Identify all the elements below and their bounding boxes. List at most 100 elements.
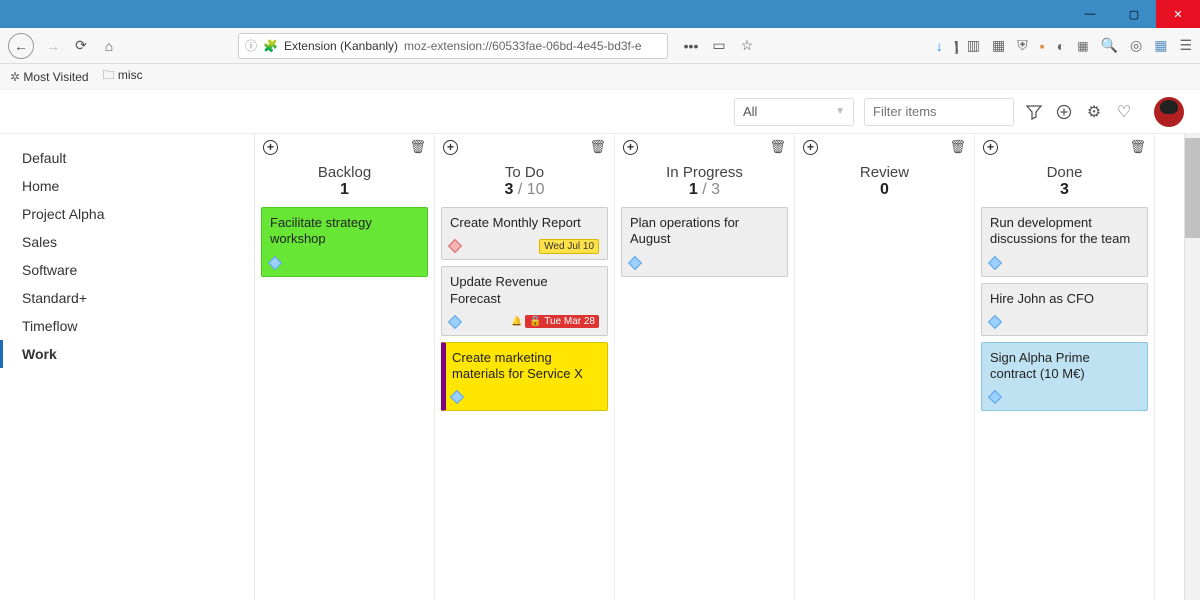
priority-diamond-icon (988, 315, 1002, 329)
card[interactable]: Update Revenue Forecast🔔🔒 Tue Mar 28 (441, 266, 608, 336)
sidebar-item-home[interactable]: Home (0, 172, 254, 200)
addon-3-icon[interactable]: ◎ (1130, 37, 1142, 54)
window-close-button[interactable]: ✕ (1156, 0, 1200, 28)
column-bar: +🗑 (795, 134, 974, 160)
chevron-down-icon: ▼ (835, 106, 845, 117)
card-footer (630, 256, 779, 270)
card-footer (270, 256, 419, 270)
apps-icon[interactable]: ▦ (1077, 39, 1088, 53)
main-area: DefaultHomeProject AlphaSalesSoftwareSta… (0, 134, 1200, 600)
column-in-progress: +🗑In Progress1 / 3Plan operations for Au… (615, 134, 795, 600)
card-footer (452, 390, 599, 404)
cards-container (795, 201, 974, 213)
column-title: Done (975, 164, 1154, 181)
bookmark-most-visited[interactable]: ✲ Most Visited (10, 70, 89, 84)
cards-container: Plan operations for August (615, 201, 794, 283)
url-bar[interactable]: ⓘ 🧩 Extension (Kanbanly) moz-extension:/… (238, 33, 668, 59)
column-done: +🗑Done3Run development discussions for t… (975, 134, 1155, 600)
priority-diamond-icon (448, 239, 462, 253)
card[interactable]: Create marketing materials for Service X (441, 342, 608, 412)
add-button[interactable] (1054, 102, 1074, 122)
favorite-icon[interactable]: ♡ (1114, 102, 1134, 122)
card-title: Update Revenue Forecast (450, 274, 599, 307)
add-card-button[interactable]: + (623, 140, 638, 155)
menu-icon[interactable]: ☰ (1179, 37, 1192, 54)
card-footer (990, 315, 1139, 329)
column-title: Review (795, 164, 974, 181)
window-minimize-button[interactable]: — (1068, 0, 1112, 28)
settings-icon[interactable]: ⚙ (1084, 102, 1104, 122)
column-bar: +🗑 (975, 134, 1154, 160)
sidebar-item-default[interactable]: Default (0, 144, 254, 172)
shield-icon[interactable]: ⛨ (1017, 37, 1028, 54)
window-maximize-button[interactable]: ▢ (1112, 0, 1156, 28)
card[interactable]: Create Monthly ReportWed Jul 10 (441, 207, 608, 260)
info-icon[interactable]: ⓘ (245, 37, 257, 54)
column-title: To Do (435, 164, 614, 181)
card[interactable]: Hire John as CFO (981, 283, 1148, 336)
column-title: Backlog (255, 164, 434, 181)
column-header: Backlog1 (255, 160, 434, 201)
reader-icon[interactable]: ▭ (710, 37, 728, 55)
filter-input[interactable] (864, 98, 1014, 126)
zoom-icon[interactable]: 🔍 (1101, 37, 1118, 54)
sidebar-item-project-alpha[interactable]: Project Alpha (0, 200, 254, 228)
sidebar-item-software[interactable]: Software (0, 256, 254, 284)
sidebar-item-work[interactable]: Work (0, 340, 254, 368)
card-title: Sign Alpha Prime contract (10 M€) (990, 350, 1139, 383)
column-bar: +🗑 (435, 134, 614, 160)
sidebar-item-timeflow[interactable]: Timeflow (0, 312, 254, 340)
scrollbar-thumb[interactable] (1185, 138, 1200, 238)
card-title: Facilitate strategy workshop (270, 215, 419, 248)
folder-icon: 🗀 (103, 68, 115, 82)
bookmark-star-icon[interactable]: ☆ (738, 37, 756, 55)
delete-column-button[interactable]: 🗑 (409, 139, 426, 155)
column-count: 1 / 3 (615, 181, 794, 199)
bookmarks-bar: ✲ Most Visited 🗀 misc (0, 64, 1200, 90)
delete-column-button[interactable]: 🗑 (949, 139, 966, 155)
sidebar: DefaultHomeProject AlphaSalesSoftwareSta… (0, 134, 255, 600)
card-title: Create marketing materials for Service X (452, 350, 599, 383)
bookmark-misc[interactable]: 🗀 misc (103, 66, 143, 87)
forward-button[interactable]: → (44, 37, 62, 55)
priority-diamond-icon (268, 255, 282, 269)
priority-diamond-icon (988, 390, 1002, 404)
due-date-chip: Wed Jul 10 (539, 239, 599, 254)
page-actions-icon[interactable]: ••• (682, 37, 700, 55)
add-card-button[interactable]: + (803, 140, 818, 155)
column-bar: +🗑 (615, 134, 794, 160)
card[interactable]: Facilitate strategy workshop (261, 207, 428, 277)
add-card-button[interactable]: + (263, 140, 278, 155)
card[interactable]: Sign Alpha Prime contract (10 M€) (981, 342, 1148, 412)
url-text: moz-extension://60533fae-06bd-4e45-bd3f-… (404, 39, 661, 53)
filter-dropdown[interactable]: All ▼ (734, 98, 854, 126)
delete-column-button[interactable]: 🗑 (769, 139, 786, 155)
filter-icon[interactable] (1024, 102, 1044, 122)
column-count: 3 (975, 181, 1154, 199)
vertical-scrollbar[interactable] (1184, 134, 1200, 600)
sidebar-icon[interactable]: ▥ (967, 37, 980, 54)
addon-1-icon[interactable]: ▪ (1040, 38, 1045, 54)
sidebar-item-standard-[interactable]: Standard+ (0, 284, 254, 312)
column-header: To Do3 / 10 (435, 160, 614, 201)
priority-diamond-icon (988, 255, 1002, 269)
add-card-button[interactable]: + (443, 140, 458, 155)
reload-button[interactable]: ⟳ (72, 37, 90, 55)
calendar-icon[interactable]: ▦ (1154, 37, 1167, 54)
sync-icon[interactable]: ▦ (992, 37, 1005, 54)
delete-column-button[interactable]: 🗑 (1129, 139, 1146, 155)
card[interactable]: Plan operations for August (621, 207, 788, 277)
card-title: Hire John as CFO (990, 291, 1139, 307)
card-title: Plan operations for August (630, 215, 779, 248)
back-button[interactable]: ← (8, 33, 34, 59)
column-count: 1 (255, 181, 434, 199)
delete-column-button[interactable]: 🗑 (589, 139, 606, 155)
card[interactable]: Run development discussions for the team (981, 207, 1148, 277)
avatar[interactable] (1154, 97, 1184, 127)
addon-2-icon[interactable]: ◐ (1057, 38, 1065, 54)
add-card-button[interactable]: + (983, 140, 998, 155)
downloads-icon[interactable]: ↓ (936, 38, 943, 54)
extension-icon: 🧩 (263, 39, 278, 53)
sidebar-item-sales[interactable]: Sales (0, 228, 254, 256)
home-button[interactable]: ⌂ (100, 37, 118, 55)
